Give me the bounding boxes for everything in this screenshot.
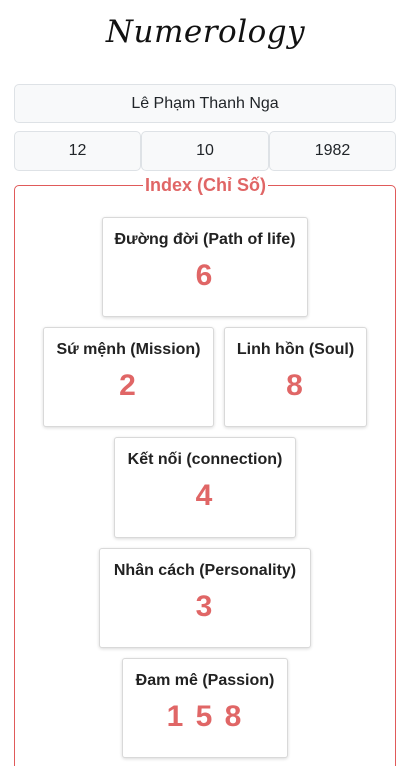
- passion-card: Đam mê (Passion) 1 5 8: [122, 658, 288, 758]
- connection-value: 4: [195, 479, 215, 512]
- mission-label: Sứ mệnh (Mission): [56, 341, 201, 358]
- personality-card: Nhân cách (Personality) 3: [99, 548, 311, 648]
- life-path-value: 6: [195, 259, 215, 292]
- mission-card: Sứ mệnh (Mission) 2: [43, 327, 214, 427]
- personality-value: 3: [195, 590, 215, 623]
- passion-label: Đam mê (Passion): [135, 672, 275, 689]
- year-field[interactable]: 1982: [269, 131, 396, 171]
- personality-label: Nhân cách (Personality): [113, 562, 297, 579]
- day-field[interactable]: 12: [14, 131, 141, 171]
- name-field[interactable]: Lê Phạm Thanh Nga: [14, 84, 396, 123]
- connection-label: Kết nối (connection): [127, 451, 283, 468]
- soul-card: Linh hồn (Soul) 8: [224, 327, 367, 427]
- index-legend: Index (Chỉ Số): [0, 175, 411, 196]
- life-path-card: Đường đời (Path of life) 6: [102, 217, 308, 317]
- month-field[interactable]: 10: [141, 131, 269, 171]
- index-legend-text: Index (Chỉ Số): [143, 175, 268, 195]
- passion-value: 1 5 8: [166, 700, 244, 733]
- connection-card: Kết nối (connection) 4: [114, 437, 296, 538]
- soul-value: 8: [286, 369, 305, 402]
- life-path-label: Đường đời (Path of life): [114, 231, 296, 248]
- soul-label: Linh hồn (Soul): [236, 341, 355, 358]
- mission-value: 2: [119, 369, 138, 402]
- app-title: Numerology: [105, 14, 306, 50]
